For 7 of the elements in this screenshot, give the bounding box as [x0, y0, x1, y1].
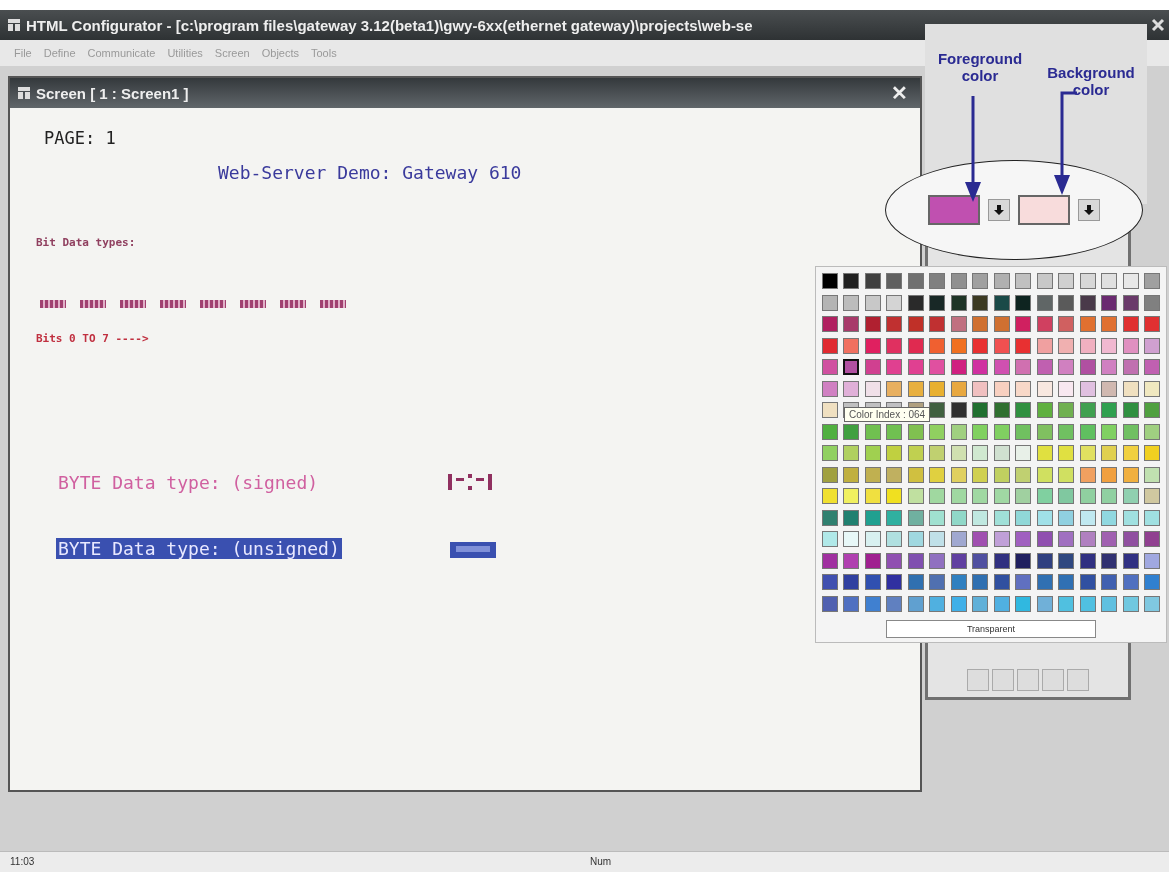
status-time: 11:03	[10, 856, 35, 867]
status-num: Num	[590, 856, 612, 867]
annotation-label: Foreground color	[936, 50, 1024, 84]
annotation-label: Background color	[1046, 64, 1136, 98]
screen-title: Screen [ 1 : Screen1 ]	[36, 84, 189, 102]
tooltip: Color Index : 064	[844, 407, 931, 422]
window-title: HTML Configurator - [c:\program files\gateway 3.12(beta1)\gwy-6xx(ethernet gateway)\projects\web-se	[26, 16, 754, 34]
